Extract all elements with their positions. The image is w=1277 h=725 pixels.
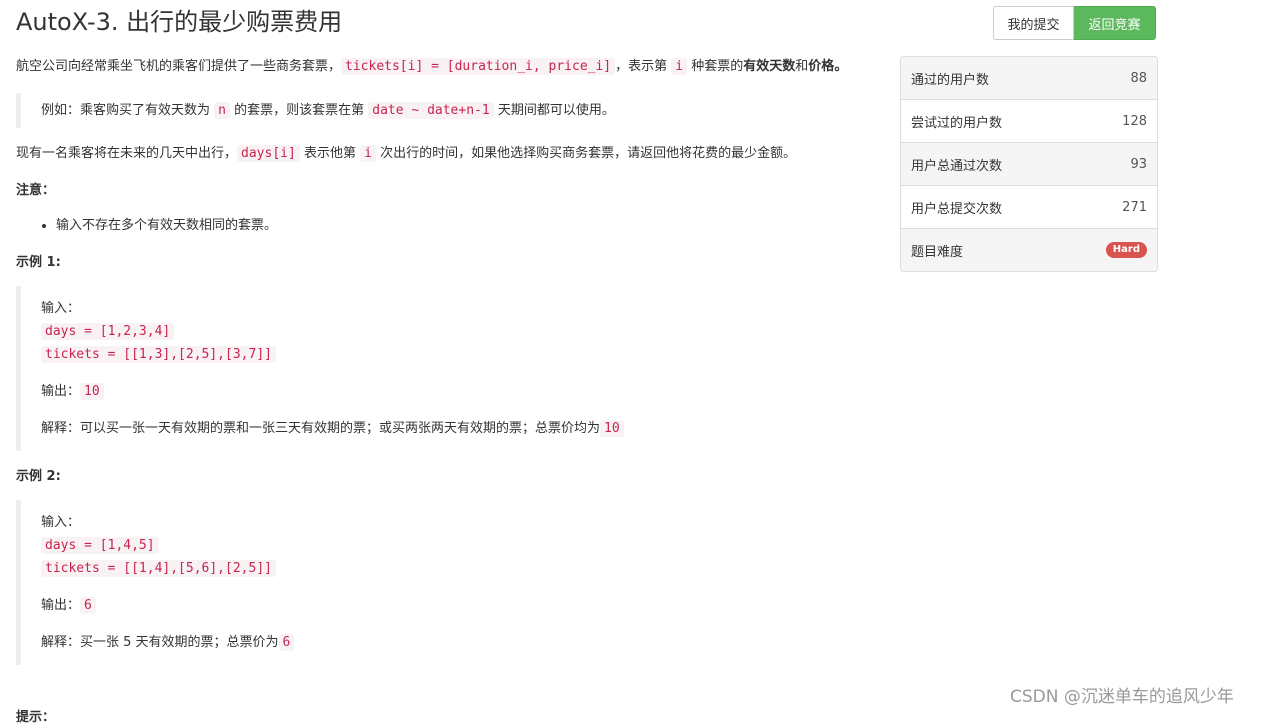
stat-row: 用户总通过次数 93: [901, 142, 1157, 185]
stat-label: 通过的用户数: [911, 72, 990, 88]
stat-value: 271: [1122, 199, 1147, 215]
text: 次出行的时间，如果他选择购买商务套票，请返回他将花费的最少金额。: [380, 146, 797, 161]
example-2-title: 示例 2:: [16, 469, 61, 484]
example-1-block: 输入： days = [1,2,3,4] tickets = [[1,3],[2…: [16, 286, 872, 451]
watermark: CSDN @沉迷单车的追风少年: [1010, 687, 1234, 707]
emphasis: 有效天数: [743, 59, 796, 74]
text: 例如：乘客购买了有效天数为: [41, 103, 211, 118]
explain-text: 解释：买一张 5 天有效期的票；总票价为: [41, 635, 279, 650]
description-paragraph-1: 航空公司向经常乘坐飞机的乘客们提供了一些商务套票， tickets[i] = [d…: [16, 55, 872, 78]
output-value: 6: [80, 597, 96, 614]
input-days: days = [1,2,3,4]: [41, 323, 175, 340]
text: 的套票，则该套票在第: [234, 103, 365, 118]
emphasis: 价格: [808, 59, 835, 74]
difficulty-row: 题目难度 Hard: [901, 228, 1157, 271]
text: 天期间都可以使用。: [497, 103, 615, 118]
hint-title: 提示：: [16, 710, 56, 725]
output-label: 输出：: [41, 384, 81, 399]
description-paragraph-2: 现有一名乘客将在未来的几天中出行， days[i] 表示他第 i 次出行的时间，如…: [16, 142, 872, 165]
input-label: 输入：: [41, 301, 81, 316]
my-submissions-button[interactable]: 我的提交: [993, 6, 1074, 40]
list-item: 输入不存在多个有效天数相同的套票。: [56, 214, 872, 237]
inline-code: date ~ date+n-1: [368, 102, 494, 119]
explain-value: 10: [600, 420, 624, 437]
text: 种套票的: [691, 59, 744, 74]
example-blockquote: 例如：乘客购买了有效天数为 n 的套票，则该套票在第 date ~ date+n…: [16, 93, 872, 128]
notes-list: 输入不存在多个有效天数相同的套票。: [16, 214, 872, 237]
inline-code: i: [360, 145, 376, 162]
stat-value: 128: [1122, 113, 1147, 129]
problem-title: AutoX-3. 出行的最少购票费用: [16, 8, 343, 36]
top-button-group: 我的提交 返回竞赛: [993, 6, 1156, 40]
output-value: 10: [80, 383, 104, 400]
difficulty-badge: Hard: [1105, 242, 1147, 258]
difficulty-label: 题目难度: [911, 244, 964, 260]
note-title: 注意：: [16, 183, 56, 198]
emphasis: 。: [834, 59, 848, 74]
input-days: days = [1,4,5]: [41, 537, 159, 554]
stats-panel: 通过的用户数 88 尝试过的用户数 128 用户总通过次数 93 用户总提交次数…: [900, 56, 1158, 272]
input-tickets: tickets = [[1,4],[5,6],[2,5]]: [41, 560, 276, 577]
inline-code: n: [214, 102, 230, 119]
text: ，表示第: [615, 59, 668, 74]
output-label: 输出：: [41, 598, 81, 613]
stat-row: 通过的用户数 88: [901, 57, 1157, 99]
stat-label: 用户总通过次数: [911, 158, 1003, 174]
text: 现有一名乘客将在未来的几天中出行，: [16, 146, 238, 161]
explain-value: 6: [278, 634, 295, 651]
stat-value: 93: [1130, 156, 1147, 172]
text: 和: [795, 59, 809, 74]
stat-label: 尝试过的用户数: [911, 115, 1003, 131]
stat-value: 88: [1130, 70, 1147, 86]
problem-description: 航空公司向经常乘坐飞机的乘客们提供了一些商务套票， tickets[i] = [d…: [16, 55, 872, 679]
text: 航空公司向经常乘坐飞机的乘客们提供了一些商务套票，: [16, 59, 342, 74]
stat-row: 尝试过的用户数 128: [901, 99, 1157, 142]
example-2-block: 输入： days = [1,4,5] tickets = [[1,4],[5,6…: [16, 500, 872, 665]
inline-code: i: [671, 58, 688, 75]
stat-row: 用户总提交次数 271: [901, 185, 1157, 228]
example-1-title: 示例 1:: [16, 255, 61, 270]
inline-code: tickets[i] = [duration_i, price_i]: [341, 58, 616, 75]
stat-label: 用户总提交次数: [911, 201, 1003, 217]
text: 表示他第: [303, 146, 356, 161]
back-to-contest-button[interactable]: 返回竞赛: [1074, 6, 1156, 40]
input-tickets: tickets = [[1,3],[2,5],[3,7]]: [41, 346, 276, 363]
explain-text: 解释：可以买一张一天有效期的票和一张三天有效期的票；或买两张两天有效期的票；总票…: [41, 421, 601, 436]
input-label: 输入：: [41, 515, 81, 530]
inline-code: days[i]: [237, 145, 300, 162]
